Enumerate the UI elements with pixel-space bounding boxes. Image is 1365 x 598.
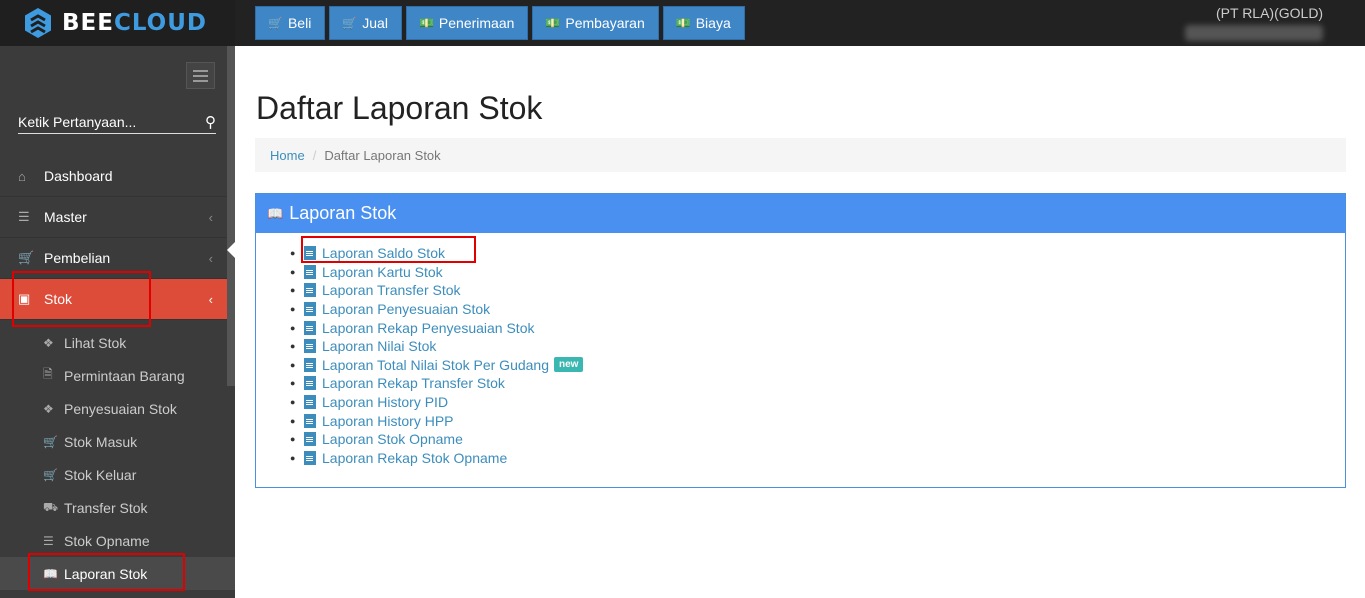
report-link[interactable]: Laporan Stok Opname xyxy=(322,431,463,447)
sidebar-subitem-stok-keluar[interactable]: 🛒 Stok Keluar xyxy=(0,458,235,491)
report-link[interactable]: Laporan Penyesuaian Stok xyxy=(322,301,490,317)
search-input[interactable]: Ketik Pertanyaan... xyxy=(18,114,136,130)
list-item: ● Laporan Rekap Penyesuaian Stok xyxy=(290,319,535,336)
biaya-button[interactable]: 💵 Biaya xyxy=(662,6,745,40)
list-item: ● Laporan Stok Opname xyxy=(290,431,463,448)
report-link[interactable]: Laporan Kartu Stok xyxy=(322,264,443,280)
file-text-icon xyxy=(304,264,316,279)
file-text-icon xyxy=(304,413,316,428)
file-text-icon xyxy=(304,320,316,335)
sidebar-subitem-laporan-stok[interactable]: 📖 Laporan Stok xyxy=(0,557,235,590)
chevron-left-icon: ‹ xyxy=(208,250,213,266)
search-icon[interactable]: ⚲ xyxy=(205,113,216,131)
page-title: Daftar Laporan Stok xyxy=(256,90,543,126)
top-nav-buttons: 🛒 Beli 🛒 Jual 💵 Penerimaan 💵 Pembayaran 💵 Bia… xyxy=(255,6,745,40)
sidebar-subitem-stok-opname[interactable]: ☰ Stok Opname xyxy=(0,524,235,557)
sidebar-scrollbar[interactable] xyxy=(227,46,235,386)
sidebar-subitem-lihat-stok[interactable]: ❖ Lihat Stok xyxy=(0,326,235,359)
sidebar-item-pembelian[interactable]: 🛒 Pembelian ‹ xyxy=(0,238,227,279)
cart-icon: 🛒 xyxy=(43,434,58,449)
report-link[interactable]: Laporan Saldo Stok xyxy=(322,245,445,261)
list-icon: ☰ xyxy=(43,533,54,548)
sidebar-item-stok[interactable]: ▣ Stok ‹ xyxy=(0,279,235,320)
money-icon: 💵 xyxy=(675,16,691,30)
breadcrumb-home-link[interactable]: Home xyxy=(270,148,305,163)
truck-icon: ⛟ xyxy=(43,499,59,514)
brand-name: BEECLOUD xyxy=(62,10,208,36)
pembayaran-button[interactable]: 💵 Pembayaran xyxy=(532,6,659,40)
archive-icon: ▣ xyxy=(18,291,31,306)
list-item: ● Laporan Penyesuaian Stok xyxy=(290,301,491,318)
list-item: ● Laporan Saldo Stok xyxy=(290,245,445,262)
sidebar-subitem-permintaan-barang[interactable]: 🗎 Permintaan Barang xyxy=(0,359,235,392)
brand-logo[interactable]: BEECLOUD xyxy=(0,0,235,46)
list-item: ● Laporan Total Nilai Stok Per Gudang new xyxy=(290,356,584,375)
list-item: ● Laporan Transfer Stok xyxy=(290,282,461,299)
chevron-left-icon: ‹ xyxy=(208,209,213,225)
report-link[interactable]: Laporan History HPP xyxy=(322,413,454,429)
file-text-icon xyxy=(304,339,316,354)
book-icon: 📖 xyxy=(43,566,58,581)
report-list: ● Laporan Saldo Stok ● Laporan Kartu Stok … xyxy=(290,244,584,467)
sidebar-subitem-penyesuaian-stok[interactable]: ❖ Penyesuaian Stok xyxy=(0,392,235,425)
database-icon: ☰ xyxy=(18,209,30,224)
new-badge: new xyxy=(554,357,584,373)
breadcrumb-separator: / xyxy=(312,147,317,163)
cart-icon: 🛒 xyxy=(18,250,35,265)
report-link[interactable]: Laporan Rekap Penyesuaian Stok xyxy=(322,320,534,336)
panel-header: 📖 Laporan Stok xyxy=(256,194,1345,233)
breadcrumb-current: Daftar Laporan Stok xyxy=(324,147,441,163)
report-link[interactable]: Laporan Nilai Stok xyxy=(322,338,436,354)
company-label: (PT RLA)(GOLD) xyxy=(1216,5,1324,21)
chevron-left-icon: ‹ xyxy=(208,291,213,307)
file-text-icon xyxy=(304,432,316,447)
file-text-icon xyxy=(304,302,316,317)
cart-icon: 🛒 xyxy=(342,16,358,30)
sidebar-subitem-stok-masuk[interactable]: 🛒 Stok Masuk xyxy=(0,425,235,458)
penerimaan-button[interactable]: 💵 Penerimaan xyxy=(405,6,529,40)
active-indicator xyxy=(227,240,237,260)
beli-button[interactable]: 🛒 Beli xyxy=(255,6,326,40)
file-text-icon xyxy=(304,246,316,261)
breadcrumb: Home / Daftar Laporan Stok xyxy=(255,138,1346,172)
list-item: ● Laporan Rekap Stok Opname xyxy=(290,449,508,466)
report-link[interactable]: Laporan Rekap Stok Opname xyxy=(322,450,507,466)
jual-button[interactable]: 🛒 Jual xyxy=(329,6,402,40)
panel-title: Laporan Stok xyxy=(289,203,397,223)
sidebar-subitem-transfer-stok[interactable]: ⛟ Transfer Stok xyxy=(0,491,235,524)
file-text-icon xyxy=(304,357,316,372)
list-item: ● Laporan History HPP xyxy=(290,412,454,429)
report-panel: 📖 Laporan Stok ● Laporan Saldo Stok ● Lapo… xyxy=(255,193,1346,488)
hexagon-logo-icon xyxy=(25,8,51,38)
report-link[interactable]: Laporan Transfer Stok xyxy=(322,282,461,298)
user-info-blurred[interactable] xyxy=(1185,25,1323,41)
money-icon: 💵 xyxy=(418,16,434,30)
cart-icon: 🛒 xyxy=(268,16,283,30)
book-icon: 📖 xyxy=(267,205,284,221)
list-item: ● Laporan Nilai Stok xyxy=(290,338,437,355)
file-icon: 🗎 xyxy=(43,367,53,381)
money-icon: 💵 xyxy=(545,16,561,30)
report-link[interactable]: Laporan Rekap Transfer Stok xyxy=(322,375,505,391)
home-icon: ⌂ xyxy=(18,168,26,184)
report-link[interactable]: Laporan Total Nilai Stok Per Gudang xyxy=(322,357,549,373)
list-item: ● Laporan History PID xyxy=(290,394,449,411)
list-item: ● Laporan Rekap Transfer Stok xyxy=(290,375,505,392)
sidebar: Ketik Pertanyaan... ⚲ ⌂ Dashboard ☰ Mast… xyxy=(0,46,235,598)
cubes-icon: ❖ xyxy=(43,335,54,350)
sidebar-item-master[interactable]: ☰ Master ‹ xyxy=(0,197,227,238)
report-link[interactable]: Laporan History PID xyxy=(322,394,448,410)
file-text-icon xyxy=(304,376,316,391)
top-navbar: BEECLOUD 🛒 Beli 🛒 Jual 💵 Penerimaan 💵 Pembay… xyxy=(0,0,1365,46)
sidebar-item-dashboard[interactable]: ⌂ Dashboard xyxy=(0,156,227,197)
list-item: ● Laporan Kartu Stok xyxy=(290,263,443,280)
cart-icon: 🛒 xyxy=(43,467,58,482)
sidebar-toggle-button[interactable] xyxy=(186,62,215,89)
file-text-icon xyxy=(304,283,316,298)
file-text-icon xyxy=(304,450,316,465)
cubes-icon: ❖ xyxy=(43,401,54,416)
file-text-icon xyxy=(304,395,316,410)
sidebar-search[interactable]: Ketik Pertanyaan... ⚲ xyxy=(18,111,216,134)
